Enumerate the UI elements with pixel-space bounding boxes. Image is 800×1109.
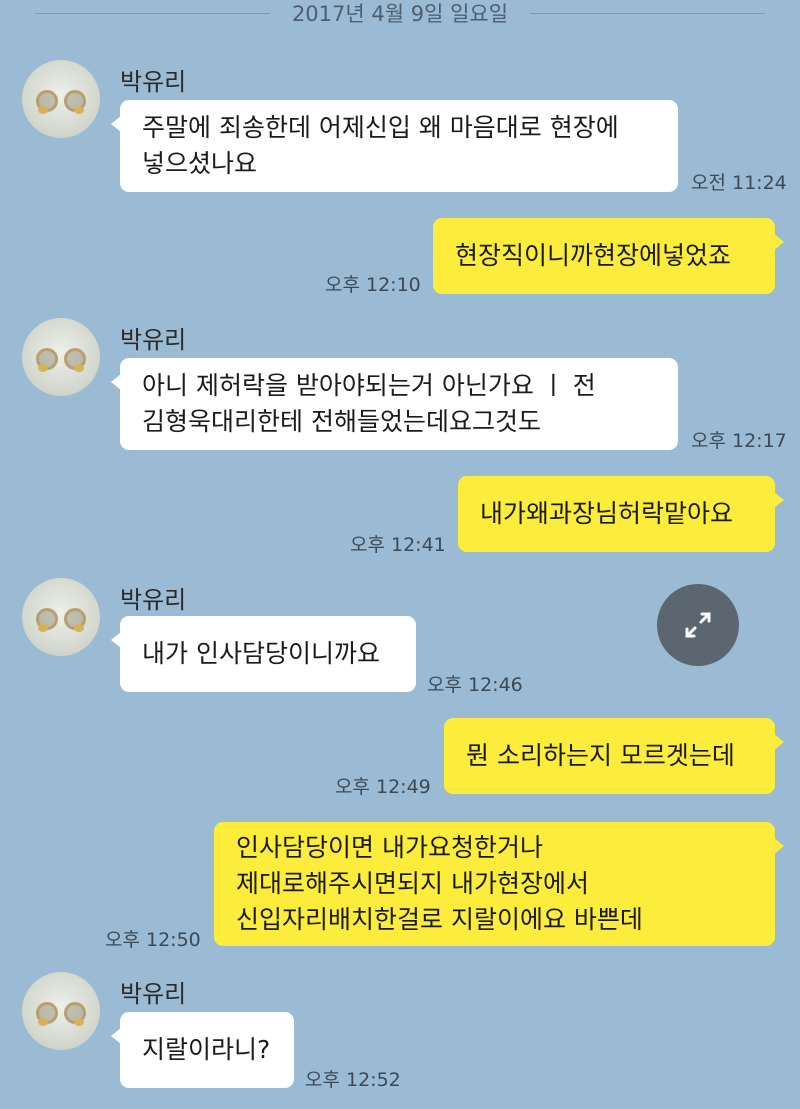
message-time: 오후 12:17 xyxy=(691,430,787,452)
message-time: 오후 12:49 xyxy=(335,776,431,798)
message-line: 내가 인사담당이니까요 xyxy=(142,639,380,668)
message-time: 오후 12:10 xyxy=(325,274,421,296)
message-line: 인사담당이면 내가요청한거나 xyxy=(236,833,543,862)
date-label: 2017년 4월 9일 일요일 xyxy=(291,2,509,26)
expand-arrows-icon xyxy=(685,612,711,638)
sender-name: 박유리 xyxy=(120,980,187,1008)
avatar[interactable] xyxy=(22,60,100,138)
expand-button[interactable] xyxy=(657,584,739,666)
sender-name: 박유리 xyxy=(120,326,187,354)
sender-name: 박유리 xyxy=(120,586,187,614)
message-line: 지랄이라니? xyxy=(142,1035,271,1064)
avatar[interactable] xyxy=(22,578,100,656)
message-line: 주말에 죄송한데 어제신입 왜 마음대로 현장에 xyxy=(142,113,619,142)
message-bubble-incoming[interactable]: 내가 인사담당이니까요 xyxy=(111,616,416,692)
message-bubble-outgoing[interactable]: 뭔 소리하는지 모르겟는데 xyxy=(444,718,784,794)
message-time: 오후 12:46 xyxy=(427,674,523,696)
message-line: 넣으셨나요 xyxy=(142,149,258,178)
message-time: 오전 11:24 xyxy=(691,172,787,194)
message-bubble-outgoing[interactable]: 내가왜과장님허락맡아요 xyxy=(458,476,784,552)
message-line: 신입자리배치한걸로 지랄이에요 바쁜데 xyxy=(236,905,643,934)
message-time: 오후 12:41 xyxy=(350,534,446,556)
message-time: 오후 12:50 xyxy=(105,929,201,951)
avatar[interactable] xyxy=(22,972,100,1050)
date-separator: 2017년 4월 9일 일요일 xyxy=(0,0,800,30)
message-line: 내가왜과장님허락맡아요 xyxy=(480,499,734,528)
message-line: 뭔 소리하는지 모르겟는데 xyxy=(466,741,735,770)
message-bubble-incoming[interactable]: 지랄이라니? xyxy=(111,1012,294,1088)
divider-line xyxy=(530,12,766,14)
message-line: 아니 제허락을 받아야되는거 아닌가요 ㅣ 전 xyxy=(142,371,596,400)
avatar[interactable] xyxy=(22,318,100,396)
divider-line xyxy=(34,12,270,14)
sender-name: 박유리 xyxy=(120,68,187,96)
message-line: 김형욱대리한테 전해들었는데요그것도 xyxy=(142,407,541,436)
message-line: 현장직이니까현장에넣었죠 xyxy=(455,241,732,270)
message-bubble-incoming[interactable]: 아니 제허락을 받아야되는거 아닌가요 ㅣ 전 김형욱대리한테 전해들었는데요그… xyxy=(111,358,678,450)
message-bubble-incoming[interactable]: 주말에 죄송한데 어제신입 왜 마음대로 현장에 넣으셨나요 xyxy=(111,100,678,192)
message-line: 제대로해주시면되지 내가현장에서 xyxy=(236,869,589,898)
message-time: 오후 12:52 xyxy=(305,1069,401,1091)
message-bubble-outgoing[interactable]: 현장직이니까현장에넣었죠 xyxy=(433,218,784,294)
message-bubble-outgoing[interactable]: 인사담당이면 내가요청한거나 제대로해주시면되지 내가현장에서 신입자리배치한걸… xyxy=(214,822,784,946)
